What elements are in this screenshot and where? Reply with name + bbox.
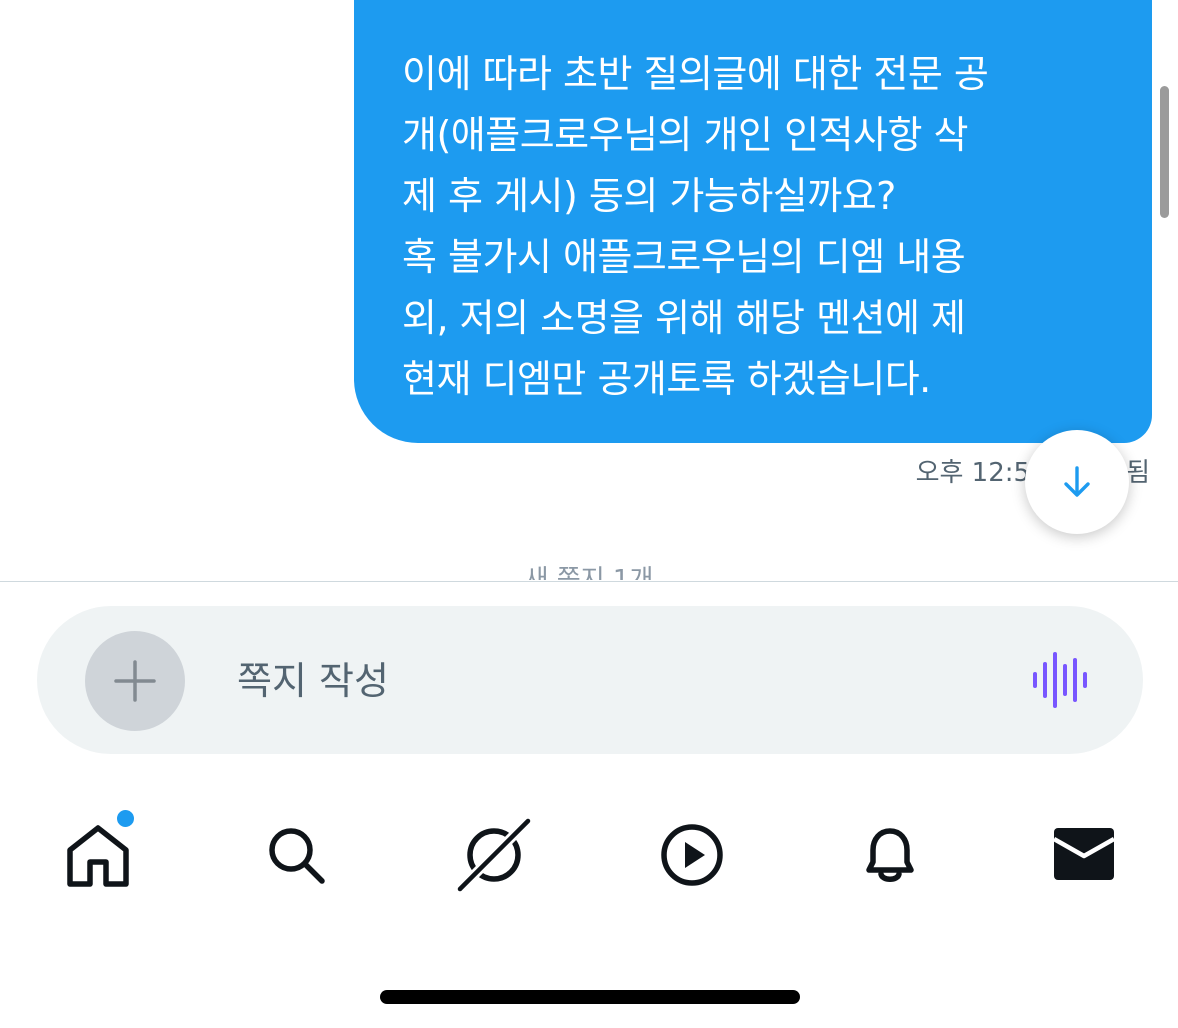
plus-icon <box>114 660 156 702</box>
bottom-tab-bar <box>0 800 1178 910</box>
new-messages-label: 새 쪽지 1개 <box>524 565 654 580</box>
arrow-down-icon <box>1064 466 1090 497</box>
voice-message-button[interactable] <box>1029 650 1089 710</box>
message-status: 됨 <box>1126 458 1150 488</box>
composer-bar <box>37 606 1143 754</box>
home-indicator[interactable] <box>380 990 800 1004</box>
waveform-icon <box>1033 652 1087 708</box>
envelope-icon <box>1052 828 1116 880</box>
search-icon <box>269 828 325 884</box>
tab-video[interactable] <box>652 800 732 910</box>
scroll-to-bottom-button[interactable] <box>1025 430 1129 534</box>
tab-messages[interactable] <box>1044 800 1124 910</box>
tab-notifications[interactable] <box>850 800 930 910</box>
home-icon <box>67 825 129 887</box>
play-icon <box>661 824 723 886</box>
message-input[interactable] <box>235 650 999 712</box>
tab-search[interactable] <box>256 800 336 910</box>
message-text: 이에 따라 초반 질의글에 대한 전문 공 개(애플크로우님의 개인 인적사항 … <box>402 52 989 401</box>
home-notification-dot <box>115 808 136 829</box>
bell-icon <box>866 828 914 882</box>
tab-grok[interactable] <box>454 800 534 910</box>
add-attachment-button[interactable] <box>85 631 185 731</box>
message-bubble[interactable]: 이에 따라 초반 질의글에 대한 전문 공 개(애플크로우님의 개인 인적사항 … <box>354 0 1152 443</box>
grok-icon <box>454 815 534 895</box>
scrollbar-thumb[interactable] <box>1160 86 1169 218</box>
message-time: 오후 12:5 <box>915 458 1031 488</box>
divider <box>0 581 1178 582</box>
